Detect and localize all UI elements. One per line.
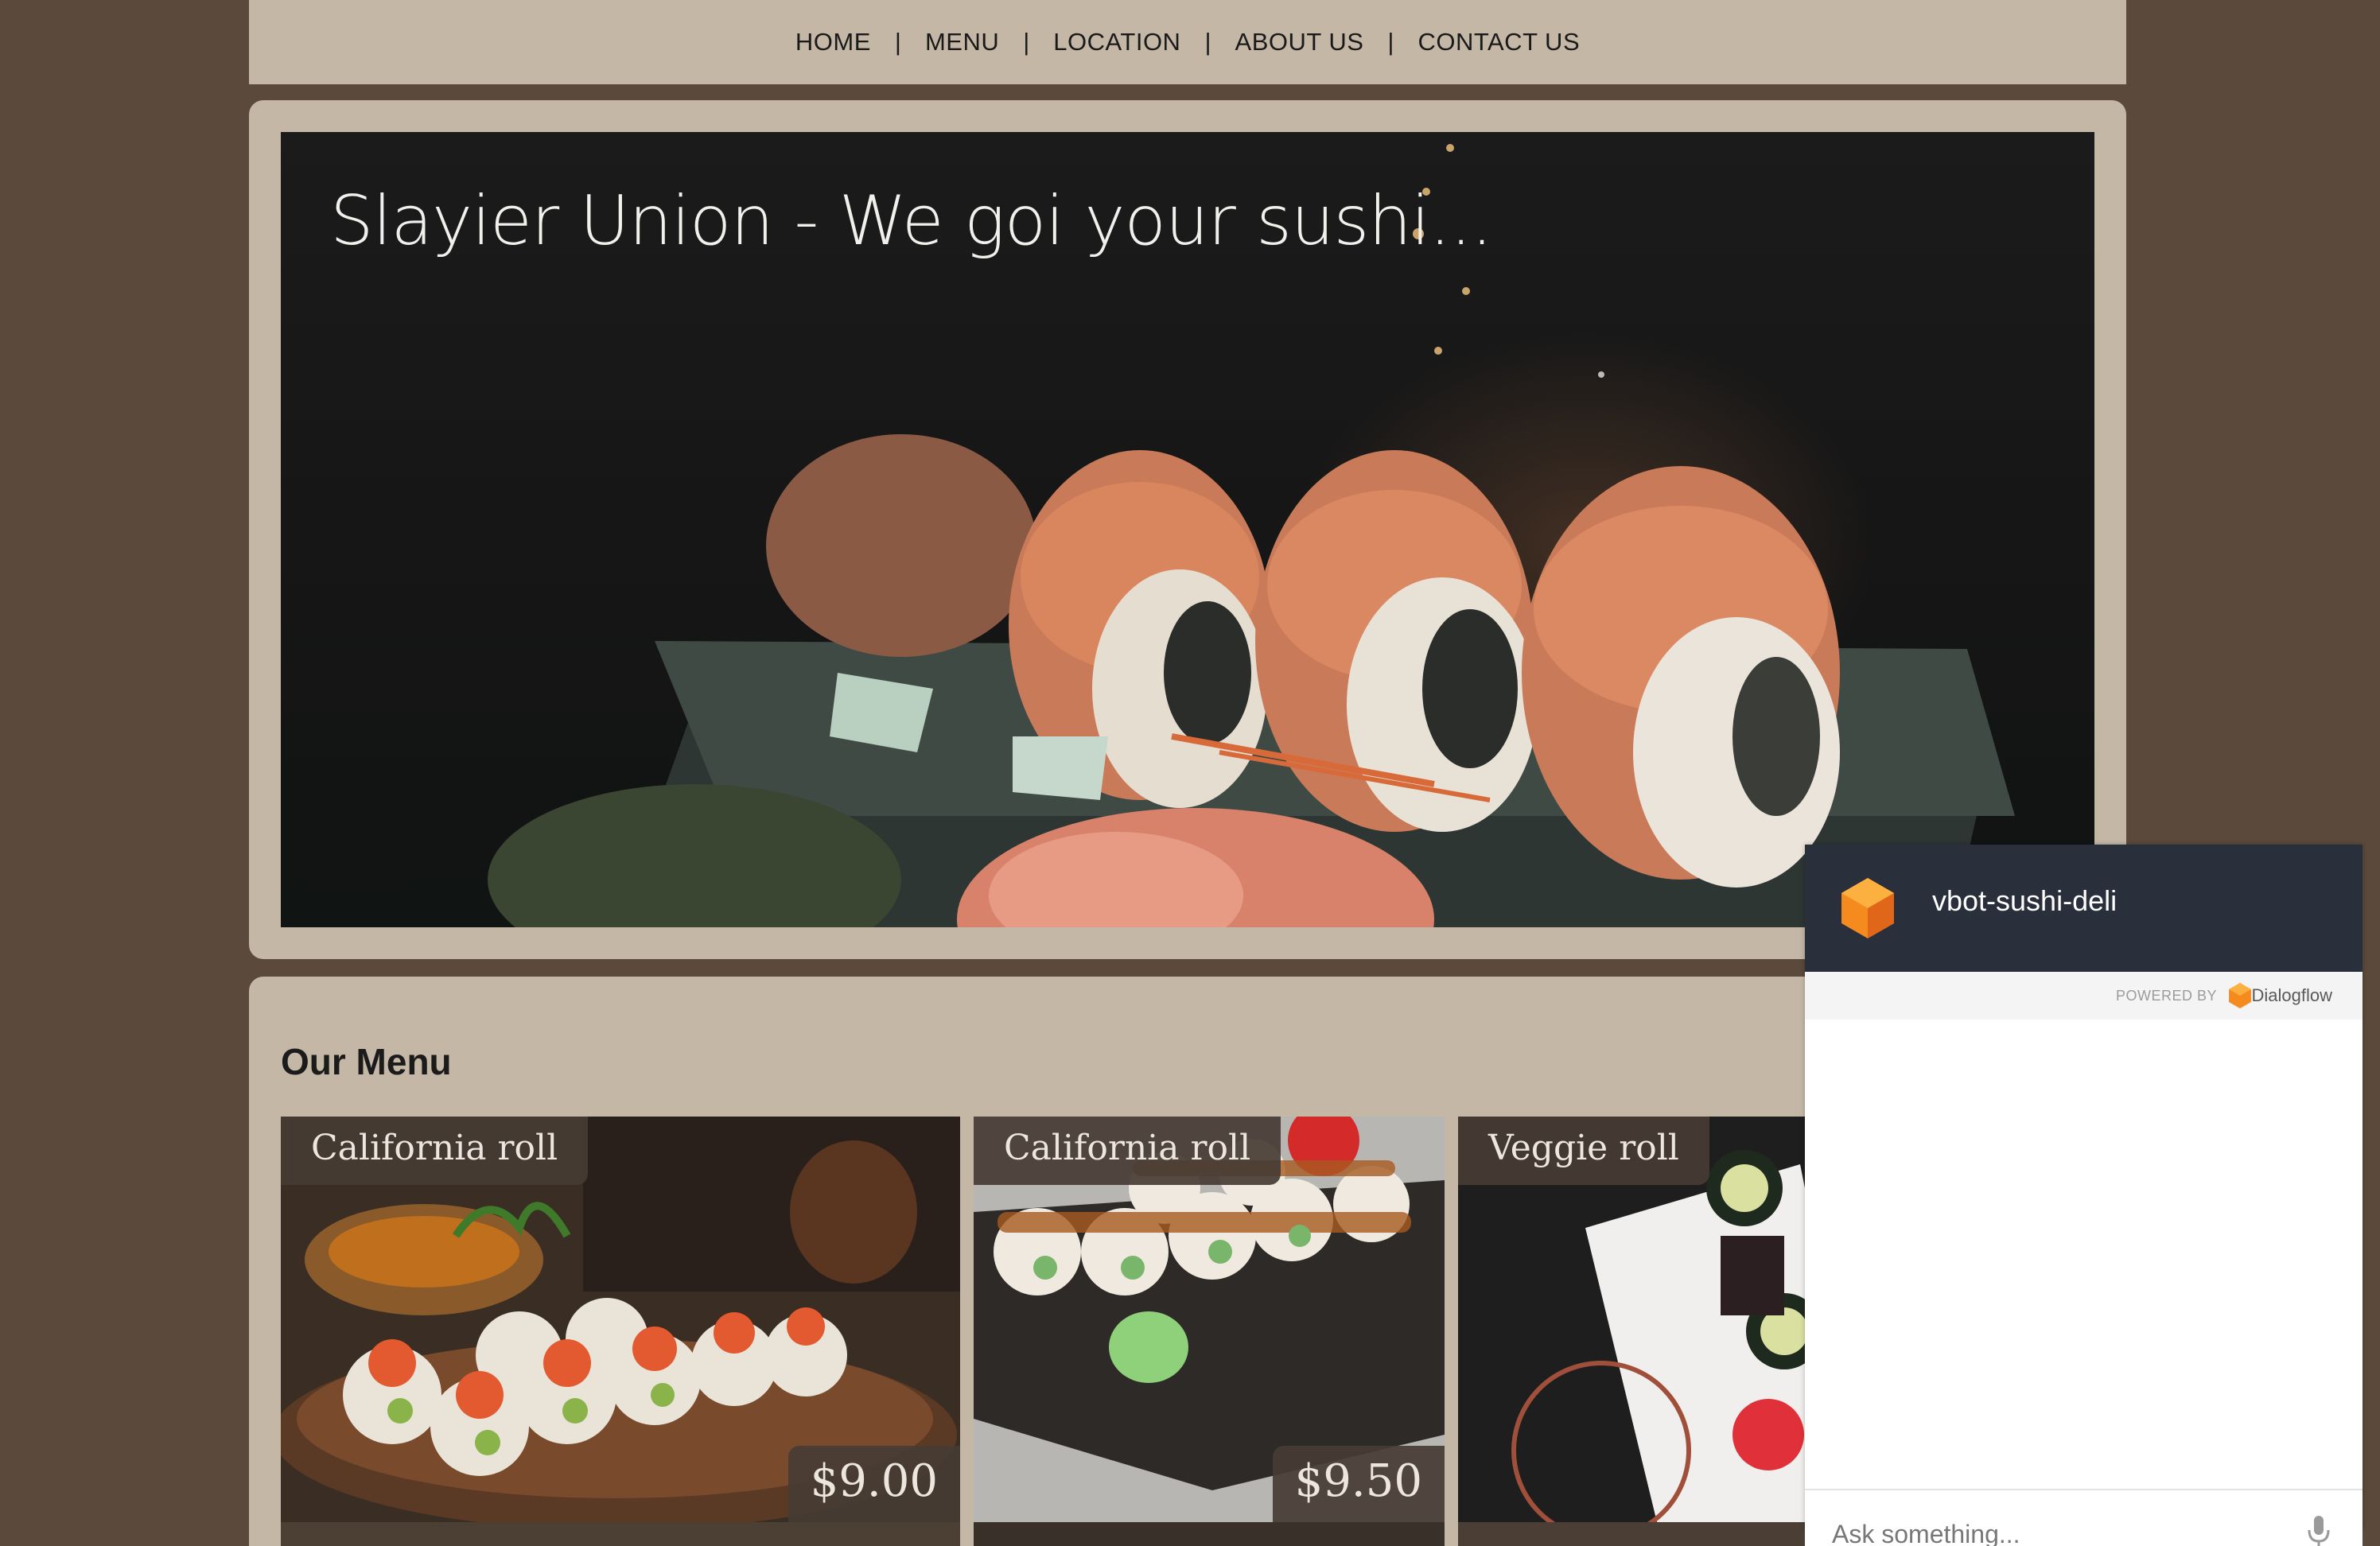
- chat-title: vbot-sushi-deli: [1932, 884, 2118, 917]
- nav-location-link[interactable]: LOCATION: [1053, 28, 1180, 56]
- hero-title: Slayier Union - We goi your sushi...: [330, 181, 1493, 261]
- dialogflow-small-icon: [2229, 983, 2251, 1008]
- nav-separator: |: [894, 28, 901, 56]
- powered-by-label: POWERED BY: [2115, 988, 2217, 1004]
- chat-input-bar: [1805, 1489, 2362, 1546]
- nav-menu-link[interactable]: MENU: [925, 28, 999, 56]
- nav-contact-link[interactable]: CONTACT US: [1418, 28, 1580, 56]
- chat-message-input[interactable]: [1832, 1514, 2277, 1546]
- menu-item-card[interactable]: [974, 1522, 1445, 1546]
- dialogflow-icon: [1841, 878, 1894, 938]
- menu-item-name: California roll: [281, 1117, 589, 1185]
- nav-separator: |: [1387, 28, 1394, 56]
- hero-card: Slayier Union - We goi your sushi...: [249, 100, 2126, 959]
- chat-widget: vbot-sushi-deli POWERED BY Dialogflow: [1805, 845, 2362, 1546]
- chat-message-area: [1805, 1020, 2362, 1489]
- nav-separator: |: [1023, 28, 1030, 56]
- powered-by-bar: POWERED BY Dialogflow: [1805, 972, 2362, 1020]
- microphone-icon[interactable]: [2307, 1514, 2331, 1546]
- menu-item-name: California roll: [974, 1117, 1281, 1185]
- chat-header: vbot-sushi-deli: [1805, 845, 2362, 972]
- menu-item-card[interactable]: California roll $9.50: [974, 1117, 1445, 1522]
- menu-item-name: Veggie roll: [1458, 1117, 1709, 1185]
- nav-home-link[interactable]: HOME: [795, 28, 871, 56]
- menu-heading: Our Menu: [281, 1041, 452, 1082]
- menu-item-card[interactable]: California roll $9.00: [281, 1117, 960, 1522]
- hero-sushi-image: Slayier Union - We goi your sushi...: [281, 132, 2094, 927]
- menu-item-card[interactable]: [281, 1522, 960, 1546]
- menu-item-price: $9.00: [788, 1446, 960, 1522]
- top-nav: HOME | MENU | LOCATION | ABOUT US | CONT…: [249, 0, 2126, 84]
- menu-item-price: $9.50: [1272, 1446, 1445, 1522]
- dialogflow-brand-label: Dialogflow: [2251, 985, 2333, 1005]
- nav-about-link[interactable]: ABOUT US: [1235, 28, 1364, 56]
- nav-separator: |: [1204, 28, 1211, 56]
